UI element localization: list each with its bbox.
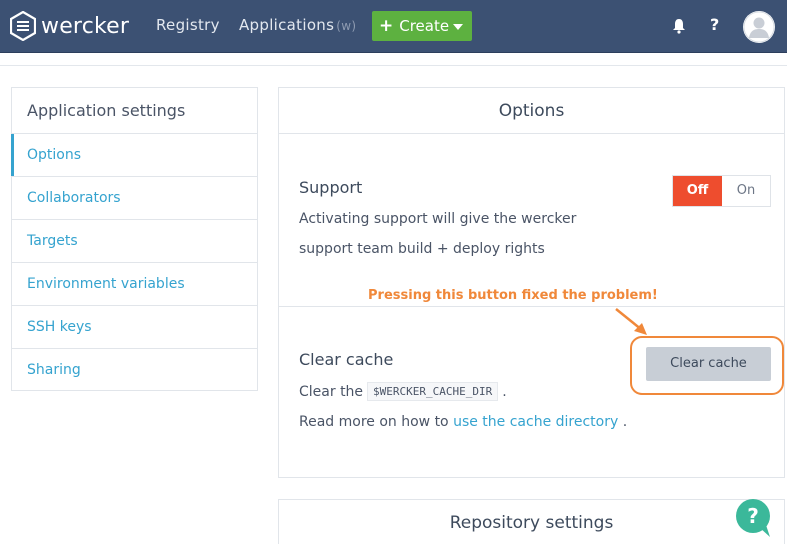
section-divider (279, 306, 784, 307)
clear-cache-description: Clear the $WERCKER_CACHE_DIR. (299, 382, 507, 401)
annotation-arrow-icon (615, 308, 647, 335)
user-avatar[interactable] (743, 11, 775, 43)
svg-text:?: ? (747, 504, 759, 528)
clear-cache-desc-prefix: Clear the (299, 384, 364, 400)
annotation-highlight-box (630, 336, 784, 395)
nav-applications-shortcut: (w) (336, 19, 357, 33)
cache-read-more: Read more on how to use the cache direct… (299, 414, 627, 430)
support-heading: Support (299, 178, 363, 197)
sidebar-item-options[interactable]: Options (11, 134, 257, 177)
sidebar-item-ssh-keys[interactable]: SSH keys (12, 306, 257, 349)
notifications-bell-icon[interactable] (672, 18, 686, 38)
cache-dir-code: $WERCKER_CACHE_DIR (367, 382, 499, 401)
support-toggle[interactable]: Off On (672, 175, 771, 207)
help-menu-button[interactable]: ? (710, 15, 719, 34)
support-toggle-on[interactable]: On (722, 176, 770, 206)
read-more-prefix: Read more on how to (299, 414, 449, 430)
chevron-down-icon (453, 24, 463, 30)
options-panel-title: Options (279, 88, 784, 134)
cache-directory-link[interactable]: use the cache directory (453, 414, 618, 430)
user-silhouette-icon (743, 11, 775, 43)
brand-name: wercker (41, 13, 130, 39)
support-description-line-2: support team build + deploy rights (299, 241, 545, 257)
sidebar-item-environment-variables[interactable]: Environment variables (12, 263, 257, 306)
wercker-logo[interactable]: wercker (10, 10, 129, 42)
create-button[interactable]: + Create (372, 11, 472, 41)
wercker-logo-icon (10, 11, 36, 41)
annotation-text: Pressing this button fixed the problem! (368, 288, 658, 303)
sidebar-item-sharing[interactable]: Sharing (12, 349, 257, 392)
sidebar-title: Application settings (12, 88, 257, 134)
options-panel: Options Support Activating support will … (278, 87, 785, 478)
subheader-strip (0, 53, 787, 66)
sidebar-item-targets[interactable]: Targets (12, 220, 257, 263)
nav-applications-link[interactable]: Applications (w) (239, 16, 356, 34)
read-more-suffix: . (622, 414, 628, 430)
nav-registry-link[interactable]: Registry (156, 16, 220, 34)
clear-cache-heading: Clear cache (299, 350, 394, 369)
settings-sidebar: Application settings Options Collaborato… (11, 87, 258, 391)
repository-settings-panel: Repository settings (278, 499, 785, 544)
plus-icon: + (379, 15, 394, 36)
sidebar-item-collaborators[interactable]: Collaborators (12, 177, 257, 220)
help-chat-bubble-icon[interactable]: ? (734, 497, 774, 539)
top-nav-bar: wercker Registry Applications (w) + Creat… (0, 0, 787, 53)
support-description-line-1: Activating support will give the wercker (299, 211, 577, 227)
clear-cache-desc-suffix: . (502, 384, 507, 400)
nav-applications-label: Applications (239, 16, 335, 34)
create-button-label: Create (399, 17, 450, 35)
support-toggle-off[interactable]: Off (673, 176, 722, 206)
repository-settings-title: Repository settings (449, 513, 614, 533)
